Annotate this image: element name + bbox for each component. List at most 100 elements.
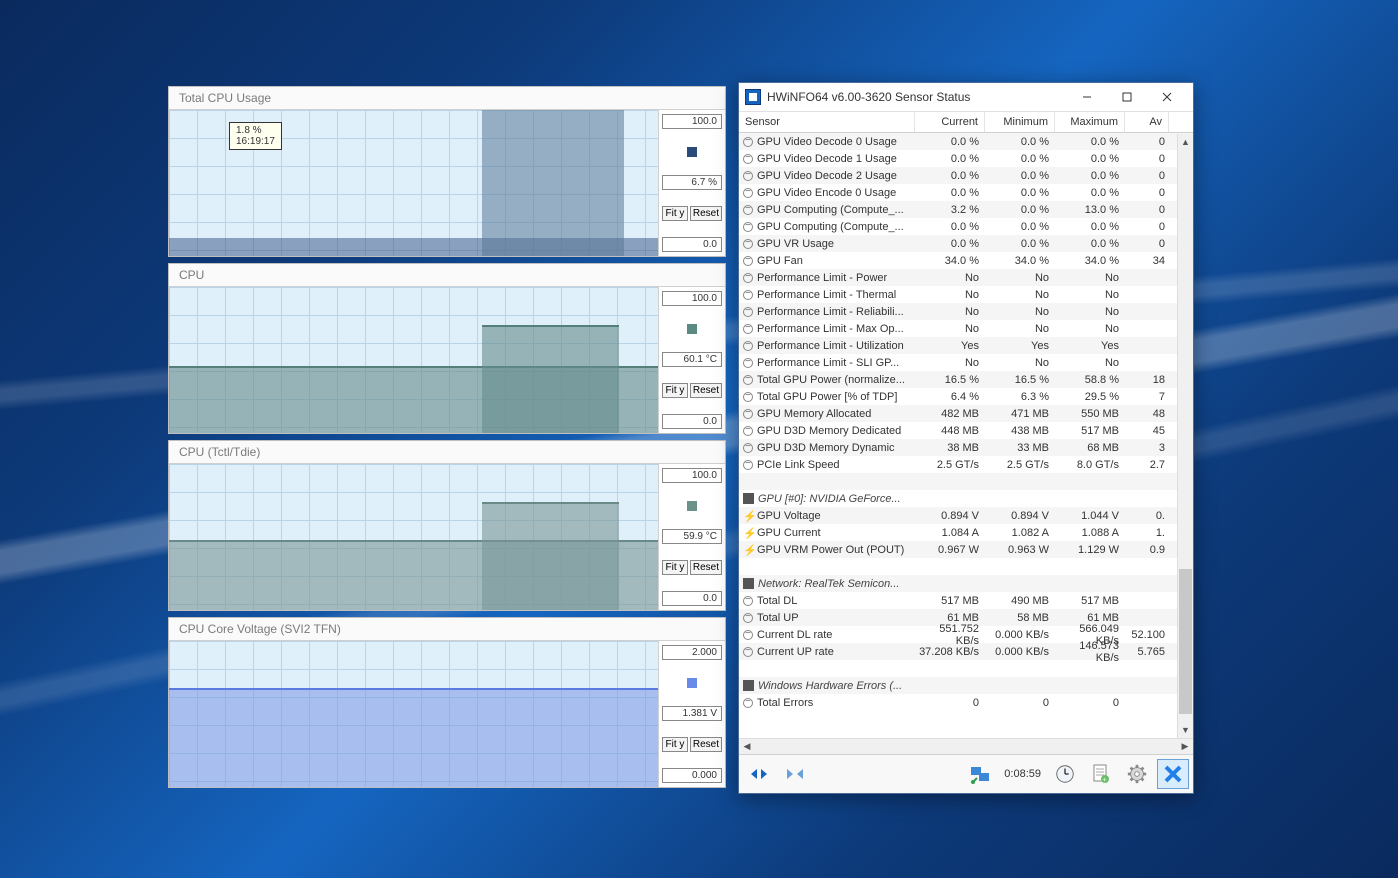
collapse-icon[interactable] [743,341,753,351]
network-share-button[interactable] [964,759,996,789]
col-minimum[interactable]: Minimum [985,112,1055,132]
fit-y-button[interactable]: Fit y [662,206,688,221]
reset-button[interactable]: Reset [690,206,722,221]
chart-color-swatch[interactable] [687,147,697,157]
chart-canvas[interactable] [169,641,659,787]
table-row[interactable]: Performance Limit - Reliabili...NoNoNo [739,303,1193,320]
collapse-icon[interactable] [743,154,753,164]
collapse-icon[interactable] [743,392,753,402]
scroll-left-icon[interactable]: ◀ [739,739,755,754]
table-row[interactable]: PCIe Link Speed2.5 GT/s2.5 GT/s8.0 GT/s2… [739,456,1193,473]
maximize-button[interactable] [1107,87,1147,107]
table-body[interactable]: GPU Video Decode 0 Usage0.0 %0.0 %0.0 %0… [739,133,1193,738]
table-row[interactable]: GPU Video Encode 0 Usage0.0 %0.0 %0.0 %0 [739,184,1193,201]
collapse-icon[interactable] [743,239,753,249]
collapse-icon[interactable] [743,698,753,708]
collapse-icon[interactable] [743,358,753,368]
horizontal-scrollbar[interactable]: ◀ ▶ [739,738,1193,754]
table-row[interactable]: GPU Computing (Compute_...3.2 %0.0 %13.0… [739,201,1193,218]
collapse-button[interactable] [743,759,775,789]
chart-canvas[interactable] [169,464,659,610]
collapse-icon[interactable] [743,222,753,232]
vertical-scrollbar[interactable]: ▲ ▼ [1177,134,1193,738]
chart-canvas[interactable]: 1.8 % 16:19:17 [169,110,659,256]
table-row[interactable] [739,473,1193,490]
table-row[interactable]: Network: RealTek Semicon... [739,575,1193,592]
collapse-icon[interactable] [743,273,753,283]
reset-button[interactable]: Reset [690,383,722,398]
table-row[interactable]: GPU Memory Allocated482 MB471 MB550 MB48 [739,405,1193,422]
table-row[interactable]: Total GPU Power [% of TDP]6.4 %6.3 %29.5… [739,388,1193,405]
collapse-icon[interactable] [743,290,753,300]
table-row[interactable]: GPU [#0]: NVIDIA GeForce... [739,490,1193,507]
scroll-up-icon[interactable]: ▲ [1178,134,1193,150]
table-row[interactable]: GPU D3D Memory Dedicated448 MB438 MB517 … [739,422,1193,439]
cell-min: 0.0 % [985,170,1055,182]
close-sensors-button[interactable] [1157,759,1189,789]
table-row[interactable]: ⚡GPU Current1.084 A1.082 A1.088 A1. [739,524,1193,541]
table-header[interactable]: Sensor Current Minimum Maximum Av [739,112,1193,133]
chart-canvas[interactable] [169,287,659,433]
scroll-down-icon[interactable]: ▼ [1178,722,1193,738]
table-row[interactable]: ⚡GPU Voltage0.894 V0.894 V1.044 V0. [739,507,1193,524]
cell-current: 0.0 % [915,221,985,233]
collapse-icon[interactable] [743,426,753,436]
table-row[interactable]: Total Errors000 [739,694,1193,711]
table-row[interactable]: GPU D3D Memory Dynamic38 MB33 MB68 MB3 [739,439,1193,456]
table-row[interactable]: GPU Computing (Compute_...0.0 %0.0 %0.0 … [739,218,1193,235]
collapse-icon[interactable] [743,256,753,266]
chart-color-swatch[interactable] [687,501,697,511]
collapse-icon[interactable] [743,443,753,453]
close-button[interactable] [1147,87,1187,107]
expand-button[interactable] [779,759,811,789]
table-row[interactable]: GPU Video Decode 1 Usage0.0 %0.0 %0.0 %0 [739,150,1193,167]
collapse-icon[interactable] [743,375,753,385]
table-row[interactable]: GPU Fan34.0 %34.0 %34.0 %34 [739,252,1193,269]
scrollbar-thumb[interactable] [1179,569,1192,714]
collapse-icon[interactable] [743,613,753,623]
col-current[interactable]: Current [915,112,985,132]
collapse-icon[interactable] [743,205,753,215]
table-row[interactable]: Performance Limit - SLI GP...NoNoNo [739,354,1193,371]
table-row[interactable]: GPU Video Decode 2 Usage0.0 %0.0 %0.0 %0 [739,167,1193,184]
log-button[interactable]: + [1085,759,1117,789]
collapse-icon[interactable] [743,460,753,470]
collapse-icon[interactable] [743,647,753,657]
settings-button[interactable] [1121,759,1153,789]
fit-y-button[interactable]: Fit y [662,560,688,575]
col-maximum[interactable]: Maximum [1055,112,1125,132]
cell-min: 0.0 % [985,204,1055,216]
table-row[interactable]: ⚡GPU VRM Power Out (POUT)0.967 W0.963 W1… [739,541,1193,558]
clock-button[interactable] [1049,759,1081,789]
collapse-icon[interactable] [743,596,753,606]
table-row[interactable]: Total DL517 MB490 MB517 MB [739,592,1193,609]
collapse-icon[interactable] [743,188,753,198]
collapse-icon[interactable] [743,630,753,640]
table-row[interactable] [739,558,1193,575]
table-row[interactable]: Total GPU Power (normalize...16.5 %16.5 … [739,371,1193,388]
col-sensor[interactable]: Sensor [739,112,915,132]
reset-button[interactable]: Reset [690,737,722,752]
reset-button[interactable]: Reset [690,560,722,575]
table-row[interactable]: Performance Limit - PowerNoNoNo [739,269,1193,286]
scroll-right-icon[interactable]: ▶ [1177,739,1193,754]
collapse-icon[interactable] [743,171,753,181]
col-average[interactable]: Av [1125,112,1169,132]
table-row[interactable]: Performance Limit - ThermalNoNoNo [739,286,1193,303]
table-row[interactable]: Performance Limit - UtilizationYesYesYes [739,337,1193,354]
collapse-icon[interactable] [743,324,753,334]
table-row[interactable]: Windows Hardware Errors (... [739,677,1193,694]
table-row[interactable]: Performance Limit - Max Op...NoNoNo [739,320,1193,337]
table-row[interactable]: Current UP rate37.208 KB/s0.000 KB/s146.… [739,643,1193,660]
collapse-icon[interactable] [743,137,753,147]
chart-color-swatch[interactable] [687,324,697,334]
collapse-icon[interactable] [743,409,753,419]
minimize-button[interactable] [1067,87,1107,107]
table-row[interactable]: GPU Video Decode 0 Usage0.0 %0.0 %0.0 %0 [739,133,1193,150]
titlebar[interactable]: HWiNFO64 v6.00-3620 Sensor Status [739,83,1193,112]
fit-y-button[interactable]: Fit y [662,383,688,398]
fit-y-button[interactable]: Fit y [662,737,688,752]
collapse-icon[interactable] [743,307,753,317]
table-row[interactable]: GPU VR Usage0.0 %0.0 %0.0 %0 [739,235,1193,252]
chart-color-swatch[interactable] [687,678,697,688]
